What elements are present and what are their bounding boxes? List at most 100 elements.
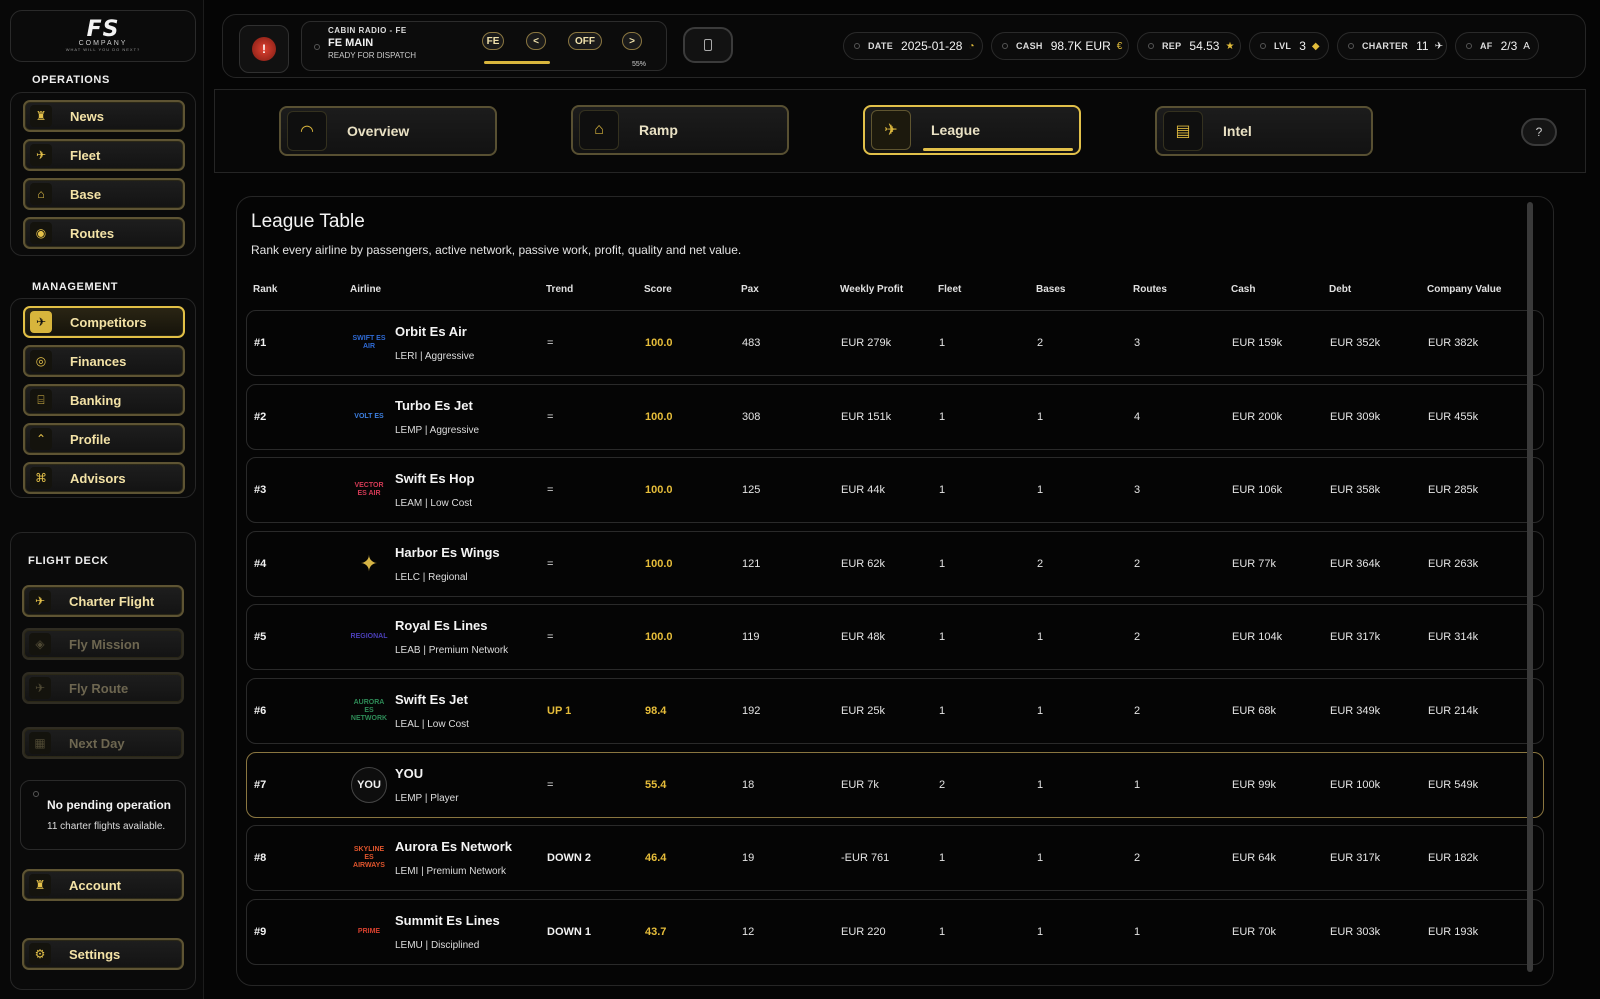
airline-meta: LEMI | Premium Network — [395, 866, 506, 878]
column-header[interactable]: Fleet — [938, 284, 961, 295]
tab-league[interactable]: ✈ League — [863, 105, 1081, 155]
company-value-cell: EUR 182k — [1428, 852, 1479, 865]
radio-fe-button[interactable]: FE — [482, 32, 504, 50]
company-logo[interactable]: FS COMPANY WHAT WILL YOU DO NEXT? — [10, 10, 196, 62]
column-header[interactable]: Airline — [350, 284, 381, 295]
next-day-button[interactable]: ▦ Next Day — [22, 727, 184, 759]
score-cell: 55.4 — [645, 778, 667, 791]
scrollbar[interactable] — [1527, 202, 1533, 972]
airline-meta: LERI | Aggressive — [395, 351, 475, 362]
routes-cell: 1 — [1134, 778, 1141, 791]
compass-button[interactable]: ! — [239, 25, 289, 73]
table-row[interactable]: #6 AURORA ES NETWORK Swift Es Jet LEAL | Lo… — [246, 678, 1544, 744]
globe-icon: ◉ — [30, 222, 52, 244]
stat-label: DATE — [868, 41, 894, 51]
device-button[interactable] — [683, 27, 733, 63]
nav-finances[interactable]: ◎ Finances — [23, 345, 185, 377]
stat-level: LVL 3 ◆ — [1249, 32, 1329, 60]
bases-cell: 2 — [1037, 337, 1044, 349]
column-header[interactable]: Weekly Profit — [840, 284, 903, 295]
table-row[interactable]: #7 YOU YOU LEMP | Player = 55.4 18 EUR 7k 2 1 1 EUR… — [246, 751, 1544, 818]
charter-flight-button[interactable]: ✈ Charter Flight — [22, 585, 184, 617]
column-header[interactable]: Pax — [741, 284, 759, 295]
nav-fleet[interactable]: ✈ Fleet — [23, 139, 185, 171]
column-header[interactable]: Company Value — [1427, 284, 1501, 295]
fly-mission-label: Fly Mission — [69, 636, 140, 652]
trophy-icon: ♜ — [30, 105, 52, 127]
stat-label: CHARTER — [1362, 41, 1409, 51]
column-header[interactable]: Rank — [253, 284, 277, 295]
fly-route-label: Fly Route — [69, 680, 129, 696]
column-header[interactable]: Routes — [1133, 284, 1167, 295]
column-header[interactable]: Trend — [546, 284, 573, 295]
stat-dot — [1348, 43, 1354, 49]
radio-volume-bar[interactable] — [484, 61, 550, 64]
nav-base[interactable]: ⌂ Base — [23, 178, 185, 210]
cash-cell: EUR 200k — [1232, 410, 1283, 423]
nav-banking[interactable]: ⌸ Banking — [23, 384, 185, 416]
table-row[interactable]: #1 SWIFT ES AIR Orbit Es Air LERI | Aggress… — [246, 310, 1544, 376]
nav-profile[interactable]: ⌃ Profile — [23, 423, 185, 455]
debt-cell: EUR 303k — [1330, 925, 1381, 938]
fly-mission-button[interactable]: ◈ Fly Mission — [22, 628, 184, 660]
nav-banking-label: Banking — [70, 392, 122, 408]
company-value-cell: EUR 263k — [1428, 557, 1479, 570]
pending-detail: 11 charter flights available. — [47, 821, 166, 832]
route-plane-icon: ✈ — [29, 677, 51, 699]
cash-cell: EUR 64k — [1232, 852, 1277, 865]
help-button[interactable]: ? — [1521, 118, 1557, 146]
stat-dot — [1002, 43, 1008, 49]
nav-news[interactable]: ♜ News — [23, 100, 185, 132]
stat-label: AF — [1480, 41, 1493, 51]
trend-cell: = — [547, 778, 554, 791]
radio-status-dot — [314, 44, 320, 50]
table-row[interactable]: #2 VOLT ES Turbo Es Jet LEMP | Aggressive = 1… — [246, 383, 1544, 450]
nav-profile-label: Profile — [70, 431, 111, 447]
routes-cell: 2 — [1134, 631, 1141, 644]
airline-meta: LEAL | Low Cost — [395, 719, 469, 730]
euro-icon: € — [1116, 40, 1123, 52]
weekly-profit-cell: EUR 151k — [841, 410, 892, 423]
column-header[interactable]: Score — [644, 284, 672, 295]
table-row[interactable]: #3 VECTOR ES AIR Swift Es Hop LEAM | Low Co… — [246, 457, 1544, 524]
cash-cell: EUR 159k — [1232, 337, 1283, 349]
weekly-profit-cell: EUR 25k — [841, 705, 886, 717]
fly-route-button[interactable]: ✈ Fly Route — [22, 672, 184, 704]
nav-routes[interactable]: ◉ Routes — [23, 217, 185, 249]
table-row[interactable]: #9 PRIME Summit Es Lines LEMU | Disciplined… — [246, 898, 1544, 965]
tab-overview[interactable]: ◠ Overview — [279, 106, 497, 156]
column-header[interactable]: Cash — [1231, 284, 1255, 295]
tab-bar: ◠ Overview ⌂ Ramp ✈ League ▤ Intel ? — [214, 89, 1586, 173]
league-panel: League Table Rank every airline by passe… — [236, 196, 1554, 986]
radio-next-button[interactable]: > — [622, 32, 642, 50]
routes-cell: 1 — [1134, 925, 1141, 938]
debt-cell: EUR 358k — [1330, 484, 1381, 497]
nav-base-label: Base — [70, 186, 102, 202]
table-row[interactable]: #5 REGIONAL Royal Es Lines LEAB | Premium N… — [246, 604, 1544, 671]
nav-advisors[interactable]: ⌘ Advisors — [23, 462, 185, 494]
pax-cell: 125 — [742, 484, 761, 497]
score-cell: 100.0 — [645, 410, 673, 423]
column-header[interactable]: Bases — [1036, 284, 1065, 295]
account-button[interactable]: ♜ Account — [22, 869, 184, 901]
airline-logo: SWIFT ES AIR — [352, 335, 386, 350]
debt-cell: EUR 352k — [1330, 337, 1381, 349]
radio-off-button[interactable]: OFF — [568, 32, 602, 50]
airline-logo: ✦ — [359, 550, 379, 576]
airline-name: Royal Es Lines — [395, 618, 488, 634]
nav-competitors[interactable]: ✈ Competitors — [23, 306, 185, 338]
airline-logo: SKYLINE ES AIRWAYS — [353, 846, 385, 870]
status-dot — [33, 791, 39, 797]
gauge-icon: ◠ — [287, 111, 327, 151]
stat-dot — [1466, 43, 1472, 49]
radio-prev-button[interactable]: < — [526, 32, 546, 50]
table-row[interactable]: #8 SKYLINE ES AIRWAYS Aurora Es Network LEM… — [246, 825, 1544, 892]
alert-icon: ! — [252, 37, 276, 61]
tab-intel[interactable]: ▤ Intel — [1155, 106, 1373, 156]
debt-cell: EUR 100k — [1330, 778, 1381, 791]
table-row[interactable]: #4 ✦ Harbor Es Wings LELC | Regional = 100.0 1… — [246, 530, 1544, 597]
column-header[interactable]: Debt — [1329, 284, 1351, 295]
settings-button[interactable]: ⚙ Settings — [22, 938, 184, 970]
tab-ramp[interactable]: ⌂ Ramp — [571, 105, 789, 155]
bank-icon: ⌸ — [30, 389, 52, 411]
